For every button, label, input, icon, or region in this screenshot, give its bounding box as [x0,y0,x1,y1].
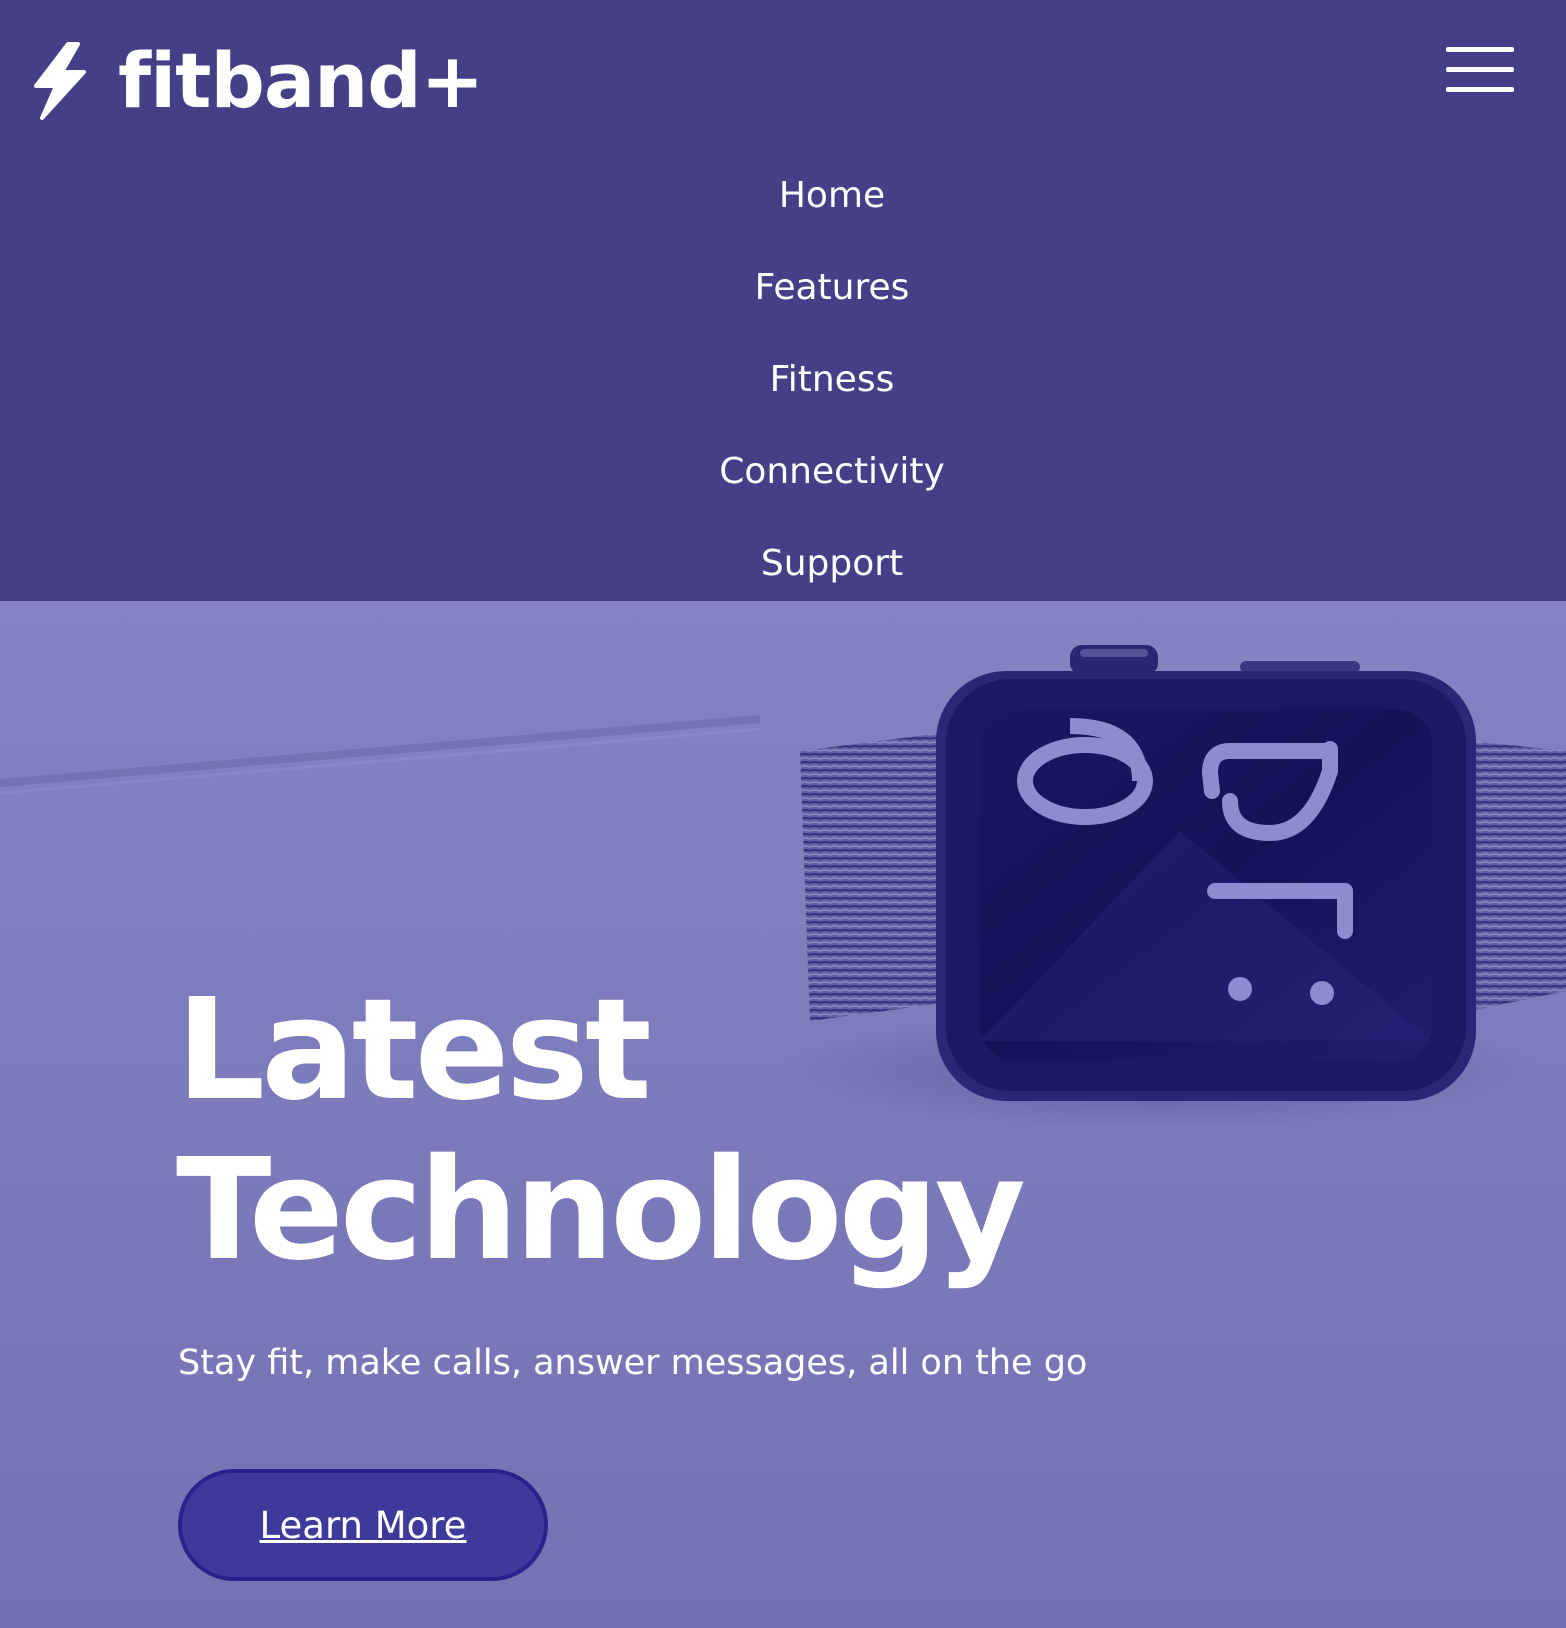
nav-link-fitness[interactable]: Fitness [770,358,895,402]
nav-link-features[interactable]: Features [755,266,910,310]
learn-more-button[interactable]: Learn More [178,1469,548,1581]
hero-title: Latest Technology [176,969,1026,1292]
nav-item-home: Home [0,150,1566,242]
nav-item-features: Features [0,242,1566,334]
main-nav: Home Features Fitness Connectivity Suppo… [0,150,1566,610]
nav-link-connectivity[interactable]: Connectivity [719,450,945,494]
lightning-bolt-icon [34,42,86,120]
hamburger-menu-icon-bar [1446,87,1514,92]
nav-item-fitness: Fitness [0,334,1566,426]
nav-item-connectivity: Connectivity [0,426,1566,518]
hamburger-menu-icon-bar [1446,67,1514,72]
hero-title-line-2: Technology [176,1129,1026,1292]
nav-link-support[interactable]: Support [761,542,903,586]
brand-logo[interactable]: fitband+ [28,36,484,125]
hamburger-menu-button[interactable] [1446,44,1514,96]
nav-item-support: Support [0,518,1566,610]
brand-name: fitband+ [118,36,484,125]
hero-section: Latest Technology Stay fit, make calls, … [0,601,1566,1628]
hamburger-menu-icon-bar [1446,47,1514,52]
nav-link-home[interactable]: Home [779,174,885,218]
hero-title-line-1: Latest [176,969,652,1132]
site-header: fitband+ Home Features Fitness Connectiv… [0,0,1566,601]
hero-subtitle: Stay fit, make calls, answer messages, a… [178,1343,1088,1383]
